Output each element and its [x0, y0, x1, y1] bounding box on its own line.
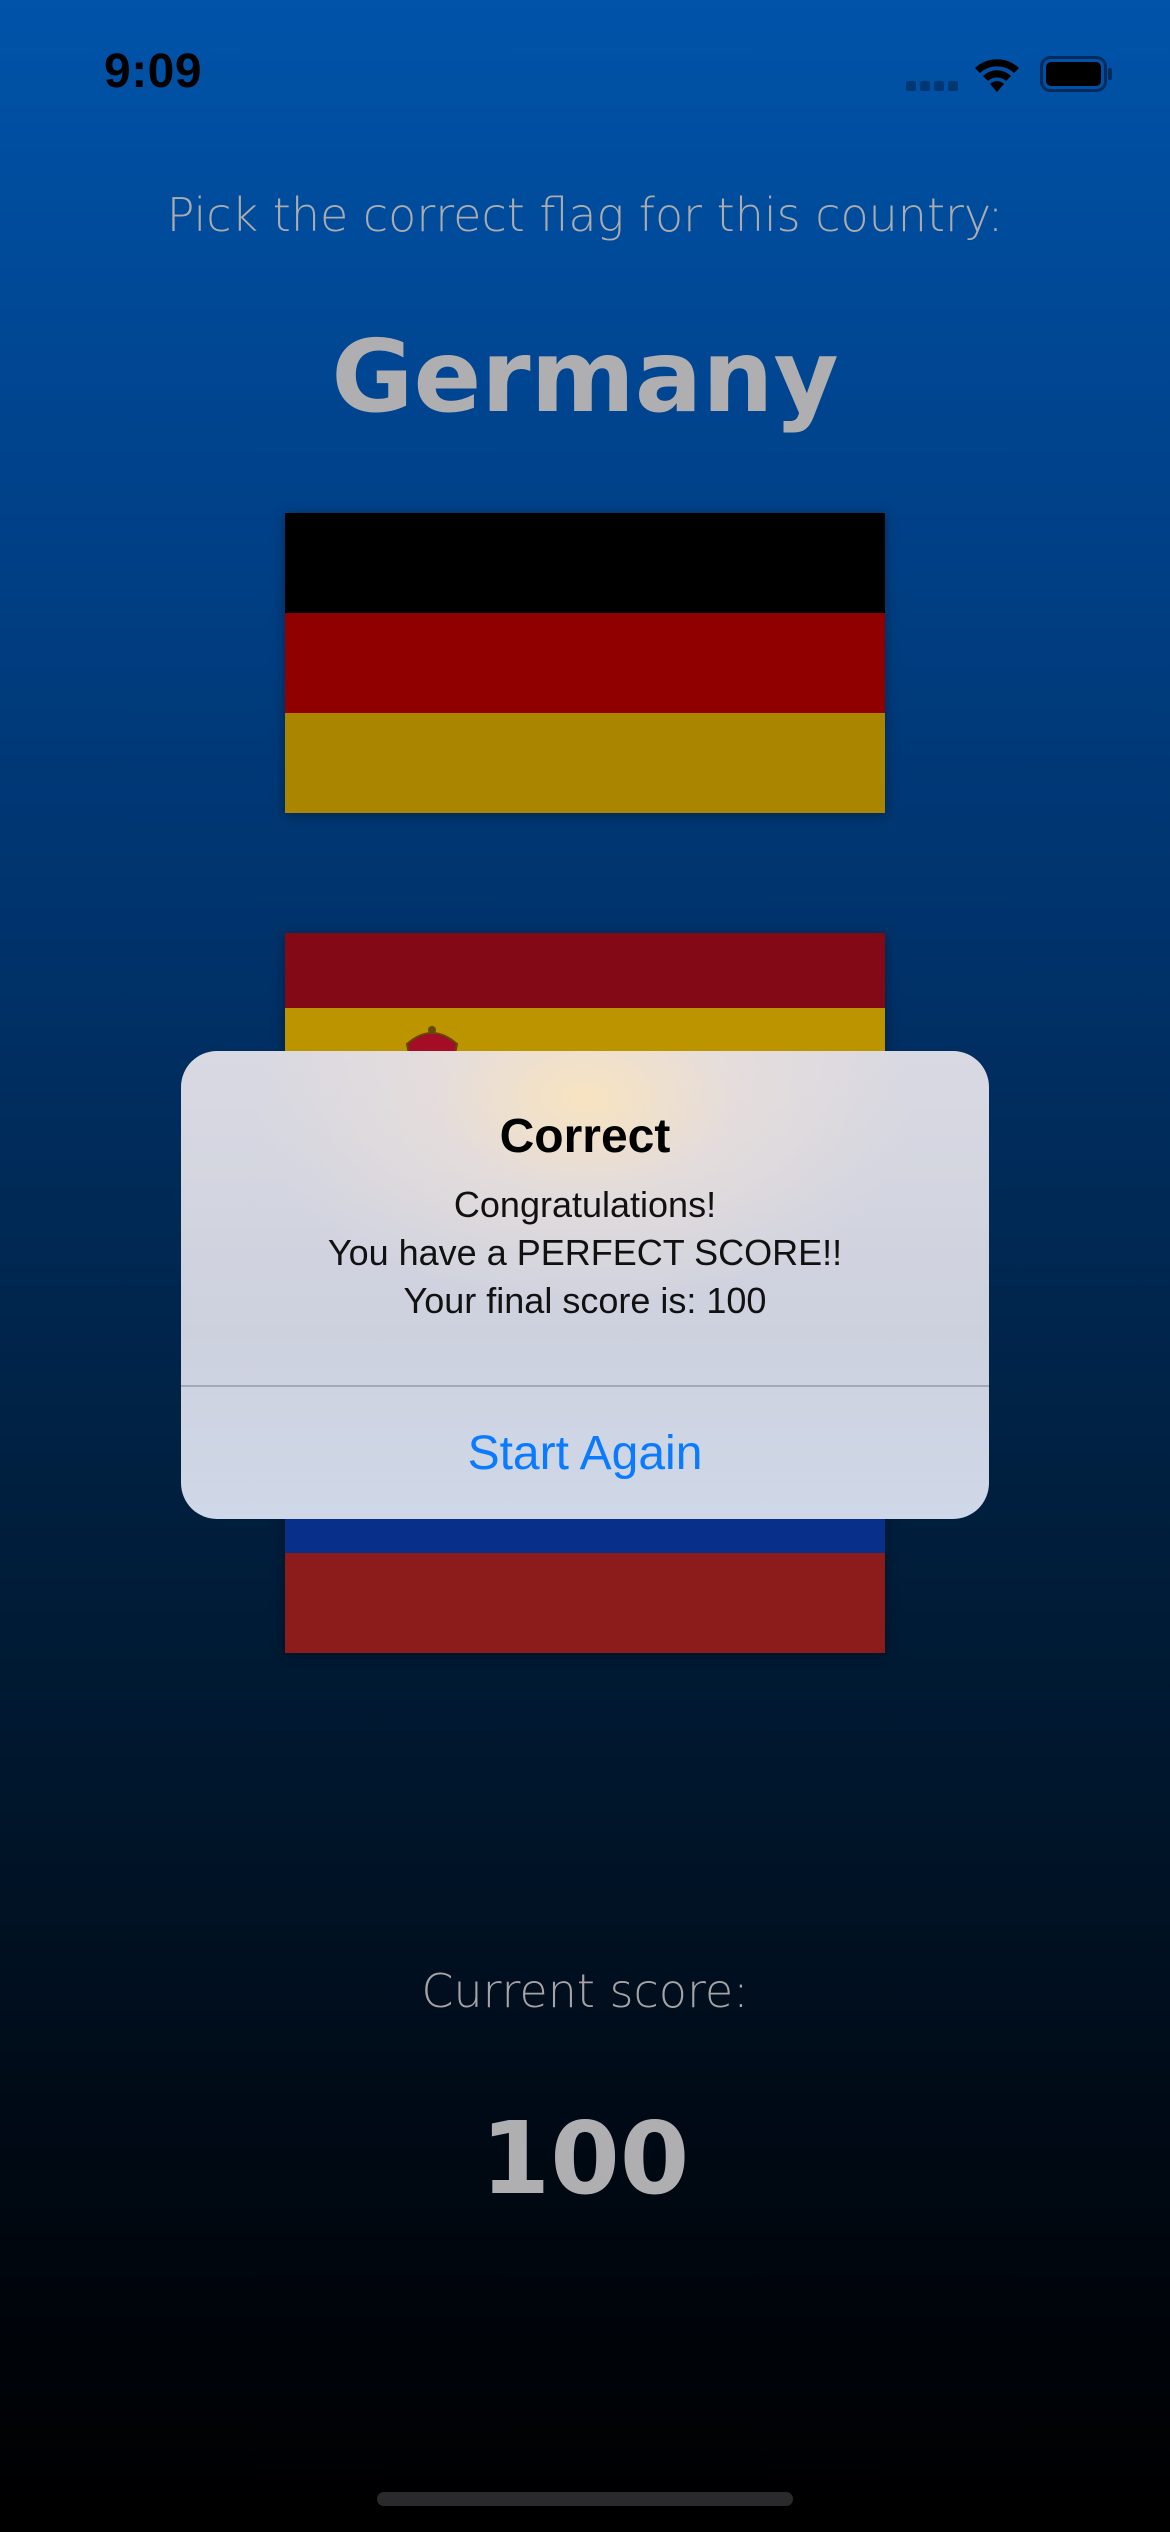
score-alert: Correct Congratulations! You have a PERF… [181, 1051, 989, 1519]
alert-message-line: You have a PERFECT SCORE!! [327, 1232, 843, 1273]
alert-message-line: Congratulations! [453, 1184, 717, 1225]
alert-message: Congratulations! You have a PERFECT SCOR… [181, 1181, 989, 1325]
home-indicator[interactable] [377, 2492, 793, 2506]
start-again-button[interactable]: Start Again [181, 1387, 989, 1519]
alert-title: Correct [499, 1110, 671, 1163]
alert-message-line: Your final score is: 100 [403, 1280, 767, 1321]
